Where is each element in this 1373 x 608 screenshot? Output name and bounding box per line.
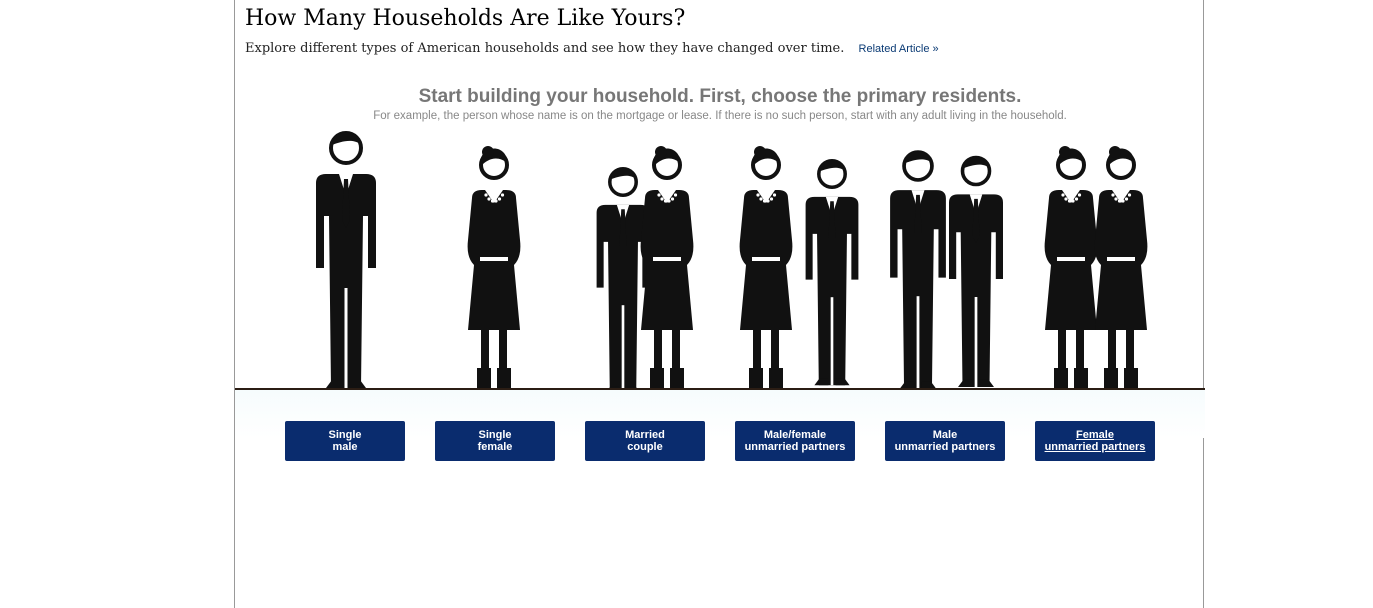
button-label-line2: female: [477, 441, 513, 453]
button-label-line2: unmarried partners: [894, 441, 996, 453]
woman-figure-icon: [638, 144, 696, 392]
button-label-line2: unmarried partners: [744, 441, 846, 453]
button-label-line1: Single: [328, 429, 362, 441]
button-label-line2: male: [332, 441, 358, 453]
man-figure-icon: [888, 149, 948, 392]
male-female-unmarried-partners-button[interactable]: Male/female unmarried partners: [735, 421, 855, 461]
button-label-line1: Single: [478, 429, 512, 441]
graphic-container: How Many Households Are Like Yours? Expl…: [234, 0, 1205, 608]
woman-figure-icon: [1092, 144, 1150, 392]
woman-figure-icon: [465, 144, 523, 392]
female-unmarried-partners-button[interactable]: Female unmarried partners: [1035, 421, 1155, 461]
man-figure-icon: [594, 166, 652, 392]
married-couple-button[interactable]: Married couple: [585, 421, 705, 461]
button-label-line1: Male: [932, 429, 958, 441]
household-figures: [314, 130, 1150, 392]
button-label-line1: Male/female: [763, 429, 827, 441]
single-male-button[interactable]: Single male: [285, 421, 405, 461]
button-label-line1: Married: [625, 429, 665, 441]
button-label-line1: Female: [1076, 429, 1114, 441]
woman-figure-icon: [737, 144, 795, 392]
male-unmarried-partners-button[interactable]: Male unmarried partners: [885, 421, 1005, 461]
single-female-button[interactable]: Single female: [435, 421, 555, 461]
man-figure-icon: [947, 154, 1005, 389]
man-figure-icon: [314, 130, 378, 390]
man-figure-icon: [803, 158, 861, 387]
button-label-line2: couple: [627, 441, 663, 453]
woman-figure-icon: [1042, 144, 1100, 392]
button-label-line2: unmarried partners: [1044, 441, 1146, 453]
